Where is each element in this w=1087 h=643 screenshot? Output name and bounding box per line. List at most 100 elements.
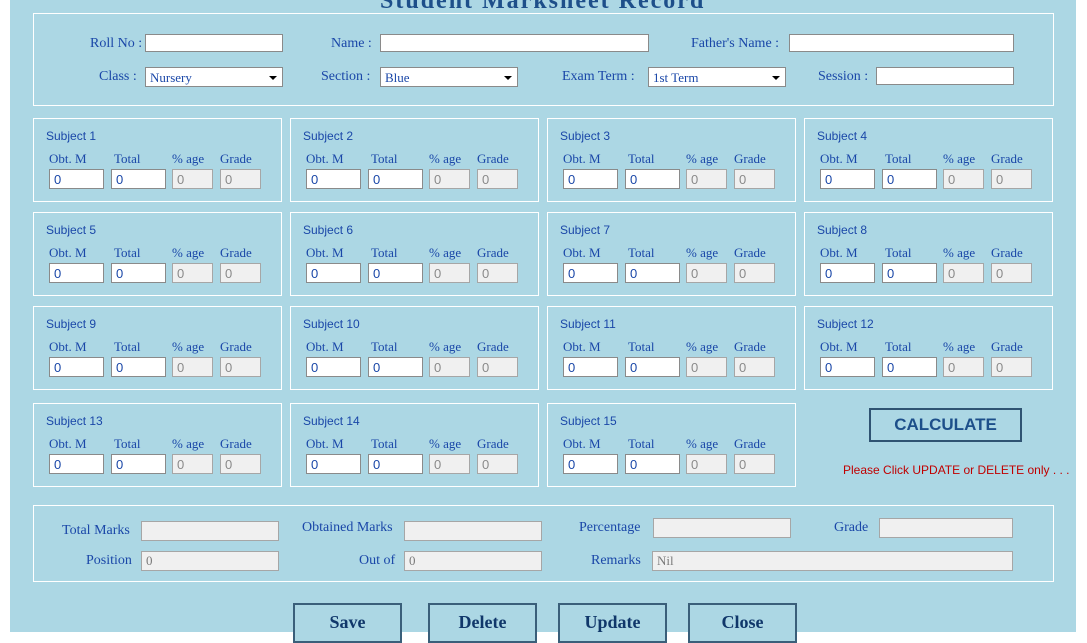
obt-marks-header: Obt. M [563, 245, 601, 260]
grade-field: 0 [734, 263, 775, 283]
percentage-field: 0 [429, 357, 470, 377]
close-button[interactable]: Close [688, 603, 797, 643]
name-input[interactable] [380, 34, 649, 52]
grade-field: 0 [734, 454, 775, 474]
subject-title: Subject 12 [817, 317, 874, 331]
subject-panel: Subject 7 Obt. M Total% age Grade 0 0 0 0 [547, 212, 796, 296]
class-label: Class : [99, 69, 137, 84]
grade-field: 0 [477, 454, 518, 474]
subject-title: Subject 1 [46, 129, 97, 143]
obt-marks-input[interactable]: 0 [306, 169, 361, 189]
percentage-header: % age [943, 339, 976, 354]
session-input[interactable] [876, 67, 1014, 85]
grade-field: 0 [220, 454, 261, 474]
roll-no-label: Roll No : [90, 36, 143, 51]
delete-button[interactable]: Delete [428, 603, 537, 643]
obt-marks-input[interactable]: 0 [563, 357, 618, 377]
obt-marks-input[interactable]: 0 [563, 169, 618, 189]
chevron-down-icon [772, 76, 780, 80]
total-marks-input[interactable]: 0 [111, 357, 166, 377]
subject-title: Subject 13 [46, 414, 103, 428]
calculate-button[interactable]: CALCULATE [869, 408, 1022, 442]
grade-header: Grade [477, 436, 509, 451]
obt-marks-header: Obt. M [49, 436, 87, 451]
section-select-value: Blue [385, 70, 410, 85]
obt-marks-header: Obt. M [563, 339, 601, 354]
update-button[interactable]: Update [558, 603, 667, 643]
subject-panel: Subject 6 Obt. M Total% age Grade 0 0 0 0 [290, 212, 539, 296]
obt-marks-input[interactable]: 0 [49, 169, 104, 189]
percentage-field: 0 [429, 169, 470, 189]
obt-marks-input[interactable]: 0 [306, 357, 361, 377]
percentage-header: % age [686, 339, 719, 354]
total-marks-input[interactable]: 0 [882, 169, 937, 189]
total-header: Total [114, 151, 141, 166]
subject-title: Subject 15 [560, 414, 617, 428]
total-marks-input[interactable]: 0 [625, 357, 680, 377]
total-marks-input[interactable]: 0 [625, 454, 680, 474]
obt-marks-header: Obt. M [820, 339, 858, 354]
subject-panel: Subject 10 Obt. M Total% age Grade 0 0 0 0 [290, 306, 539, 390]
obt-marks-input[interactable]: 0 [820, 263, 875, 283]
subject-panel: Subject 14 Obt. M Total% age Grade 0 0 0 0 [290, 403, 539, 487]
chevron-down-icon [504, 76, 512, 80]
father-name-input[interactable] [789, 34, 1014, 52]
obt-marks-input[interactable]: 0 [563, 454, 618, 474]
total-marks-input[interactable]: 0 [368, 169, 423, 189]
obt-marks-input[interactable]: 0 [306, 454, 361, 474]
obt-marks-input[interactable]: 0 [306, 263, 361, 283]
subject-panel: Subject 9 Obt. M Total% age Grade 0 0 0 0 [33, 306, 282, 390]
subject-title: Subject 7 [560, 223, 611, 237]
total-marks-input[interactable]: 0 [882, 357, 937, 377]
grade-field: 0 [220, 357, 261, 377]
total-header: Total [628, 245, 655, 260]
total-marks-input[interactable]: 0 [625, 169, 680, 189]
obt-marks-input[interactable]: 0 [49, 263, 104, 283]
save-button[interactable]: Save [293, 603, 402, 643]
total-marks-input[interactable]: 0 [882, 263, 937, 283]
grade-header: Grade [477, 245, 509, 260]
subject-panel: Subject 11 Obt. M Total% age Grade 0 0 0 0 [547, 306, 796, 390]
subject-title: Subject 4 [817, 129, 868, 143]
total-marks-input[interactable]: 0 [625, 263, 680, 283]
obt-marks-header: Obt. M [306, 245, 344, 260]
section-select[interactable]: Blue [380, 67, 518, 87]
total-marks-input[interactable]: 0 [111, 169, 166, 189]
obt-marks-input[interactable]: 0 [563, 263, 618, 283]
obt-marks-header: Obt. M [49, 339, 87, 354]
obt-marks-input[interactable]: 0 [49, 454, 104, 474]
percentage-header: % age [429, 339, 462, 354]
total-marks-input[interactable]: 0 [368, 263, 423, 283]
roll-no-input[interactable] [145, 34, 283, 52]
total-marks-input[interactable]: 0 [111, 454, 166, 474]
obt-marks-header: Obt. M [306, 436, 344, 451]
section-label: Section : [321, 69, 371, 84]
total-marks-input[interactable]: 0 [111, 263, 166, 283]
grade-header: Grade [220, 339, 252, 354]
percentage-field: 0 [172, 357, 213, 377]
obt-marks-header: Obt. M [820, 151, 858, 166]
percentage-header: % age [172, 339, 205, 354]
total-marks-input[interactable]: 0 [368, 357, 423, 377]
percentage-header: % age [686, 245, 719, 260]
obt-marks-input[interactable]: 0 [820, 357, 875, 377]
obt-marks-input[interactable]: 0 [49, 357, 104, 377]
notice-text: Please Click UPDATE or DELETE only . . . [843, 463, 1070, 477]
class-select[interactable]: Nursery [145, 67, 283, 87]
subject-title: Subject 2 [303, 129, 354, 143]
obt-marks-header: Obt. M [306, 339, 344, 354]
total-marks-label: Total Marks [62, 523, 130, 538]
form-window: Student Marksheet Record Roll No : Name … [10, 0, 1076, 643]
percentage-header: % age [686, 436, 719, 451]
percentage-field: 0 [943, 169, 984, 189]
session-label: Session : [818, 69, 869, 84]
exam-term-select[interactable]: 1st Term [648, 67, 786, 87]
obtained-marks-label: Obtained Marks [302, 520, 393, 535]
obt-marks-header: Obt. M [563, 151, 601, 166]
grade-header: Grade [734, 245, 766, 260]
obt-marks-input[interactable]: 0 [820, 169, 875, 189]
total-header: Total [371, 151, 398, 166]
total-marks-input[interactable]: 0 [368, 454, 423, 474]
position-label: Position [86, 553, 132, 568]
class-select-value: Nursery [150, 70, 192, 85]
